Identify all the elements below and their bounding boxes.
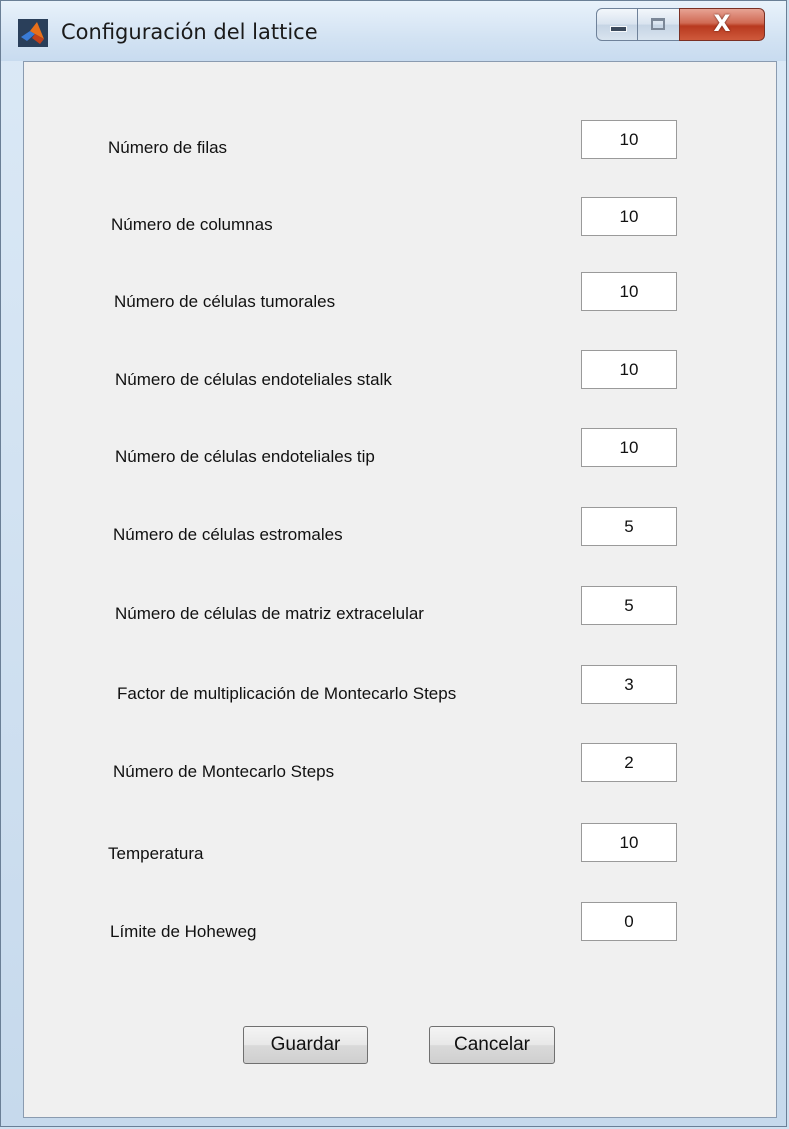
label-celulas-estromales: Número de células estromales [113, 525, 343, 544]
celulas-tumorales-input[interactable] [581, 272, 677, 311]
label-columnas: Número de columnas [111, 215, 273, 234]
title-bar[interactable]: Configuración del lattice X [1, 1, 786, 61]
label-filas: Número de filas [108, 138, 228, 157]
label-celulas-tumorales: Número de células tumorales [114, 292, 336, 311]
endoteliales-stalk-input[interactable] [581, 350, 677, 389]
maximize-button[interactable] [637, 8, 680, 41]
close-icon: X [713, 12, 731, 37]
label-montecarlo-steps: Número de Montecarlo Steps [113, 762, 335, 781]
cancel-button[interactable]: Cancelar [429, 1026, 555, 1064]
window-title: Configuración del lattice [61, 20, 318, 44]
save-button[interactable]: Guardar [243, 1026, 368, 1064]
close-button[interactable]: X [679, 8, 765, 41]
filas-input[interactable] [581, 120, 677, 159]
montecarlo-steps-input[interactable] [581, 743, 677, 782]
limite-hoheweg-input[interactable] [581, 902, 677, 941]
endoteliales-tip-input[interactable] [581, 428, 677, 467]
minimize-button[interactable] [596, 8, 638, 41]
columnas-input[interactable] [581, 197, 677, 236]
matriz-extracelular-input[interactable] [581, 586, 677, 625]
minimize-icon [610, 26, 627, 32]
label-limite-hoheweg: Límite de Hoheweg [110, 922, 257, 941]
matlab-icon [18, 19, 48, 47]
factor-montecarlo-input[interactable] [581, 665, 677, 704]
label-temperatura: Temperatura [108, 844, 204, 863]
label-endoteliales-tip: Número de células endoteliales tip [115, 447, 375, 466]
celulas-estromales-input[interactable] [581, 507, 677, 546]
dialog-content: Número de filas Número de columnas Númer… [23, 61, 777, 1118]
dialog-window: Configuración del lattice X Número de fi… [0, 0, 787, 1127]
maximize-icon [651, 18, 665, 30]
label-matriz-extracelular: Número de células de matriz extracelular [115, 604, 424, 623]
label-factor-montecarlo: Factor de multiplicación de Montecarlo S… [117, 684, 457, 703]
temperatura-input[interactable] [581, 823, 677, 862]
label-endoteliales-stalk: Número de células endoteliales stalk [115, 370, 392, 389]
